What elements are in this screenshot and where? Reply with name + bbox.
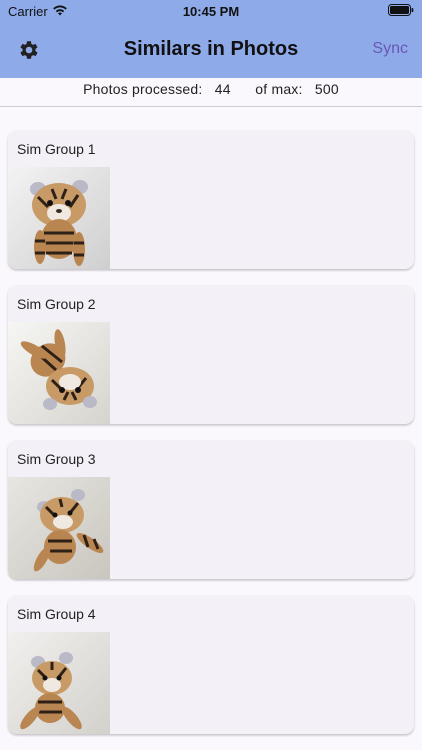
group-photo-thumbnail[interactable] — [8, 632, 110, 734]
sync-button[interactable]: Sync — [372, 40, 408, 58]
battery-icon — [388, 4, 414, 16]
sim-group-title: Sim Group 1 — [17, 141, 96, 157]
group-photo-thumbnail[interactable] — [8, 322, 110, 424]
sim-group-title: Sim Group 3 — [17, 451, 96, 467]
divider — [0, 106, 422, 107]
max-count: 500 — [314, 81, 339, 97]
processed-label: Photos processed: — [83, 81, 203, 97]
processed-count: 44 — [214, 81, 231, 97]
sim-group-card[interactable]: Sim Group 3 — [8, 440, 414, 579]
status-bar: Carrier 10:45 PM — [0, 0, 422, 24]
sim-group-card[interactable]: Sim Group 4 — [8, 595, 414, 734]
group-photo-thumbnail[interactable] — [8, 167, 110, 269]
sim-group-title: Sim Group 2 — [17, 296, 96, 312]
sim-group-card[interactable]: Sim Group 1 — [8, 130, 414, 269]
group-photo-thumbnail[interactable] — [8, 477, 110, 579]
app-header: Carrier 10:45 PM Similars in Photos Sync — [0, 0, 422, 78]
status-time: 10:45 PM — [182, 4, 240, 19]
page-title: Similars in Photos — [123, 38, 299, 60]
sim-group-card[interactable]: Sim Group 2 — [8, 285, 414, 424]
max-label: of max: — [255, 81, 303, 97]
processing-status: Photos processed: 44 of max: 500 — [0, 78, 422, 106]
sim-group-title: Sim Group 4 — [17, 606, 96, 622]
